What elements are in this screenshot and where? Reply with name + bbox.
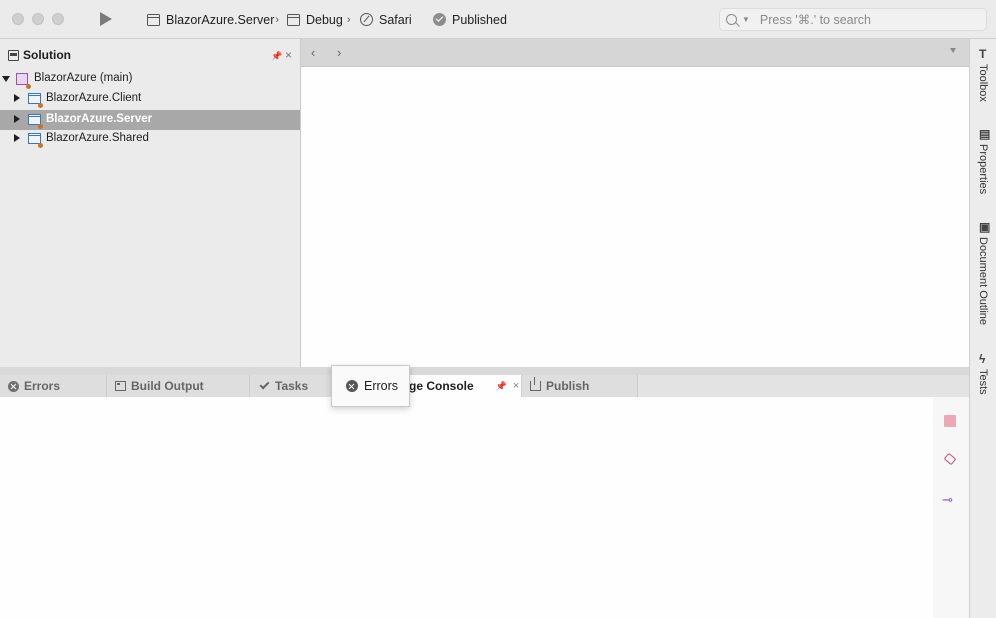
tests-icon: ϟ: [979, 352, 986, 366]
pad-icon: [8, 49, 19, 61]
tree-item-label: BlazorAzure.Shared: [46, 132, 149, 144]
search-icon: [726, 14, 737, 25]
tab-label: Publish: [546, 379, 590, 393]
search-box[interactable]: ▼: [719, 8, 987, 31]
close-icon[interactable]: ×: [285, 48, 292, 62]
solution-pad-title: Solution: [23, 48, 71, 62]
expand-arrow-icon[interactable]: [2, 76, 10, 82]
tree-item-label: BlazorAzure.Server: [46, 113, 153, 125]
tab-label: Errors: [24, 379, 61, 393]
tab-label: Build Output: [131, 379, 204, 393]
tree-item-server[interactable]: BlazorAzure.Server: [0, 110, 300, 130]
compass-icon: [360, 13, 373, 26]
expand-arrow-icon[interactable]: [14, 134, 20, 142]
console-toolbar: ⊸: [933, 397, 969, 618]
tab-label: ge Console: [409, 379, 474, 393]
side-tab-label: Properties: [977, 144, 989, 195]
configuration-selector[interactable]: Debug ›: [287, 11, 351, 28]
run-icon[interactable]: [100, 12, 112, 26]
tree-item-client[interactable]: BlazorAzure.Client: [0, 89, 300, 109]
tab-build-output[interactable]: Build Output: [107, 375, 250, 397]
tab-publish[interactable]: Publish: [522, 375, 638, 397]
pin-icon[interactable]: 📌: [271, 51, 282, 62]
editor-navigation-bar: ‹ ›: [301, 39, 969, 67]
editor-area[interactable]: [301, 67, 969, 367]
project-selector[interactable]: BlazorAzure.Server ›: [147, 11, 279, 28]
expand-arrow-icon[interactable]: [14, 94, 20, 102]
status-indicator: Published: [433, 11, 507, 28]
tree-item-shared[interactable]: BlazorAzure.Shared: [0, 129, 300, 149]
chevron-down-icon[interactable]: ▼: [742, 15, 750, 24]
tab-tasks[interactable]: Tasks: [250, 375, 334, 397]
device-label: Safari: [379, 12, 412, 27]
back-button[interactable]: ‹: [311, 45, 315, 60]
pad-splitter[interactable]: [0, 367, 969, 375]
configuration-label: Debug: [306, 12, 343, 27]
tab-label: Tasks: [275, 379, 309, 393]
publish-icon: [530, 377, 541, 391]
drag-tab-label: Errors: [364, 379, 399, 393]
chevron-right-icon: ›: [275, 13, 280, 26]
error-icon: [346, 380, 358, 392]
stop-icon[interactable]: [944, 415, 956, 427]
side-tab-label: Document Outline: [977, 237, 989, 326]
status-label: Published: [452, 12, 507, 27]
tab-errors[interactable]: Errors: [0, 375, 107, 397]
toolbox-icon: T: [979, 47, 987, 61]
checkmark-icon: [259, 379, 270, 390]
error-icon: [8, 380, 19, 392]
pin-icon[interactable]: 📌: [496, 381, 507, 392]
tree-item-label: BlazorAzure.Client: [46, 92, 142, 104]
tree-item-label: BlazorAzure (main): [34, 72, 133, 84]
tree-item-solution[interactable]: BlazorAzure (main): [0, 69, 300, 89]
status-dot-icon: [38, 103, 43, 108]
side-tab-label: Toolbox: [977, 64, 989, 102]
side-pad-bar: T Toolbox ▤ Properties ▣ Document Outlin…: [969, 39, 996, 618]
chevron-right-icon: ›: [346, 13, 351, 26]
properties-icon: ▤: [979, 127, 991, 141]
chevron-down-icon[interactable]: [950, 48, 956, 53]
side-tab-label: Tests: [977, 369, 989, 395]
expand-arrow-icon[interactable]: [14, 115, 20, 123]
document-outline-icon: ▣: [979, 220, 991, 234]
close-icon[interactable]: ×: [513, 380, 519, 392]
solution-pad: Solution 📌 × BlazorAzure (main) BlazorAz…: [0, 39, 301, 367]
forward-button[interactable]: ›: [337, 45, 341, 60]
build-output-icon: [115, 381, 126, 391]
window-icon: [287, 13, 300, 26]
bottom-tab-bar: Errors Build Output Tasks ge Console 📌 ×…: [0, 375, 969, 397]
zoom-window-button[interactable]: [52, 13, 64, 25]
console-output[interactable]: [0, 397, 933, 618]
device-selector[interactable]: Safari: [360, 11, 412, 28]
search-input[interactable]: [759, 12, 980, 27]
drag-tab-preview[interactable]: Errors: [331, 365, 410, 407]
window-icon: [147, 13, 160, 26]
minimize-window-button[interactable]: [32, 13, 44, 25]
status-dot-icon: [38, 143, 43, 148]
project-label: BlazorAzure.Server: [166, 12, 275, 27]
check-circle-icon: [433, 13, 446, 26]
clear-icon[interactable]: [943, 452, 957, 466]
close-window-button[interactable]: [12, 13, 24, 25]
main-toolbar: BlazorAzure.Server › Debug › Safari Publ…: [0, 0, 996, 39]
pin-icon[interactable]: ⊸: [942, 492, 953, 508]
solution-icon: [16, 73, 28, 85]
solution-pad-header: Solution: [0, 39, 300, 71]
